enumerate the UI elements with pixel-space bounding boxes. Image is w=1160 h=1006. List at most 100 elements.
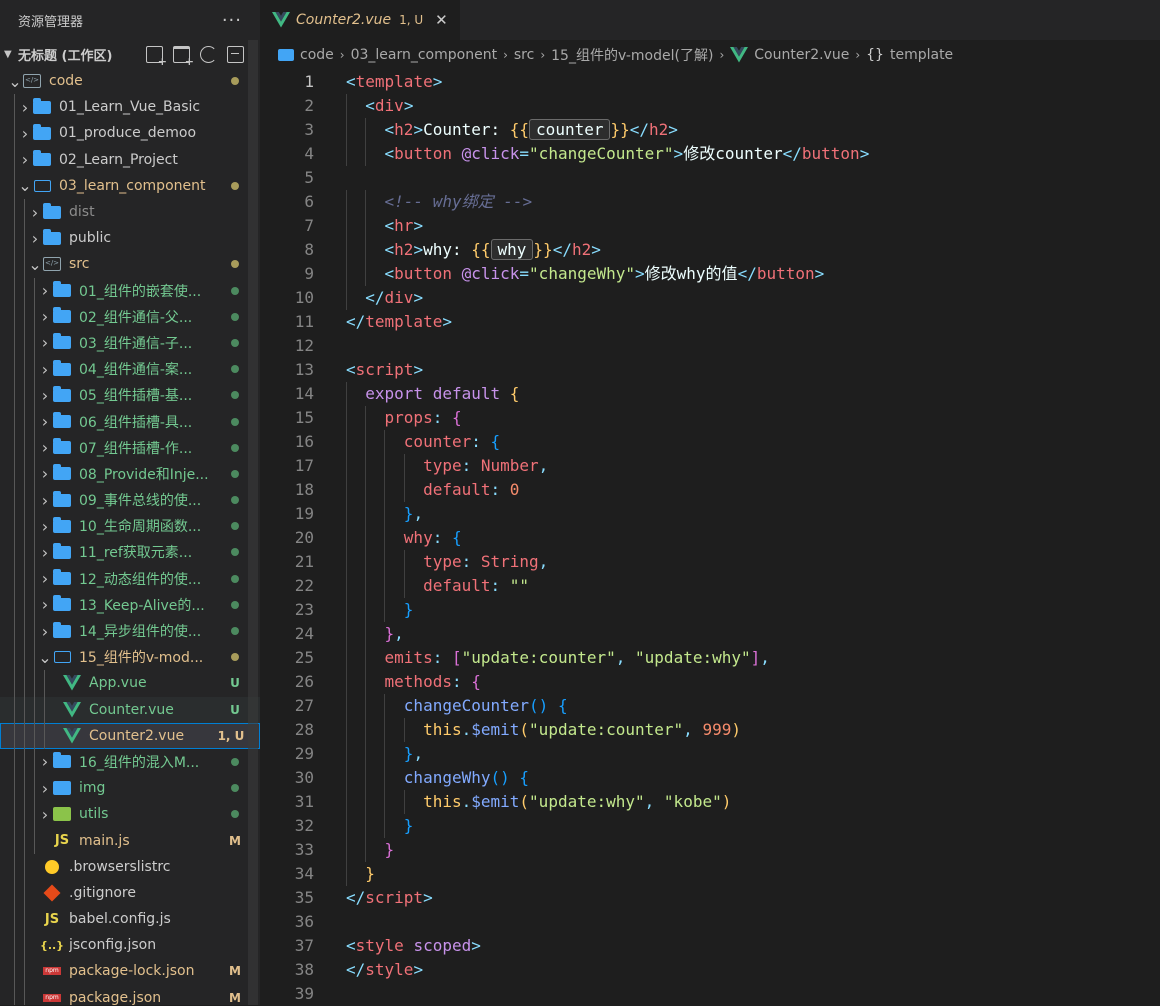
tree-item[interactable]: › 02_Learn_Project [0,146,260,173]
code-line[interactable]: 11 </template> [260,310,1160,334]
code-line[interactable]: 2 <div> [260,94,1160,118]
code-line[interactable]: 17 type: Number, [260,454,1160,478]
tree-item[interactable]: › 05_组件插槽-基... [0,382,260,409]
breadcrumb-item-file[interactable]: Counter2.vue [754,47,849,63]
code-line[interactable]: 10 </div> [260,286,1160,310]
code-line[interactable]: 22 default: "" [260,574,1160,598]
sidebar-scrollbar[interactable] [248,40,258,1005]
workspace-header[interactable]: ▼ 无标题 (工作区) [0,40,260,68]
code-line[interactable]: 8 <h2>why: {{why}}</h2> [260,238,1160,262]
chevron-right-icon[interactable]: › [18,124,32,143]
tree-item[interactable]: › public [0,225,260,252]
code-line[interactable]: 35 </script> [260,886,1160,910]
tree-item[interactable]: › 07_组件插槽-作... [0,434,260,461]
chevron-right-icon[interactable]: › [18,150,32,169]
chevron-right-icon[interactable]: › [38,360,52,379]
chevron-right-icon[interactable]: › [38,805,52,824]
code-line[interactable]: 6 <!-- why绑定 --> [260,190,1160,214]
code-line[interactable]: 21 type: String, [260,550,1160,574]
tree-item[interactable]: npm package-lock.json M [0,958,260,985]
tree-item[interactable]: Counter.vue U [0,696,260,723]
breadcrumb-item-code[interactable]: code [300,47,334,63]
chevron-right-icon[interactable]: › [38,779,52,798]
chevron-right-icon[interactable]: › [38,333,52,352]
tree-item[interactable]: › 09_事件总线的使... [0,487,260,514]
code-line[interactable]: 23 } [260,598,1160,622]
tree-item[interactable]: › utils [0,801,260,828]
chevron-down-icon[interactable]: ▼ [4,49,18,60]
tree-item[interactable]: › 13_Keep-Alive的... [0,591,260,618]
tree-item[interactable]: ⌄ </> code [0,68,260,94]
code-line[interactable]: 31 this.$emit("update:why", "kobe") [260,790,1160,814]
code-line[interactable]: 1 <template> [260,70,1160,94]
tree-item[interactable]: .gitignore [0,879,260,906]
breadcrumb-item-src[interactable]: src [514,47,534,63]
tree-item[interactable]: npm package.json M [0,984,260,1005]
chevron-right-icon[interactable]: › [38,412,52,431]
chevron-right-icon[interactable]: › [38,517,52,536]
code-line[interactable]: 18 default: 0 [260,478,1160,502]
code-line[interactable]: 39 [260,982,1160,1006]
tree-item[interactable]: {..} jsconfig.json [0,932,260,959]
code-editor[interactable]: 1 <template> 2 <div> 3 <h2>Counter: {{count… [260,70,1160,1006]
code-line[interactable]: 14 export default { [260,382,1160,406]
chevron-right-icon[interactable]: › [28,203,42,222]
tree-item[interactable]: App.vue U [0,670,260,697]
refresh-icon[interactable] [200,45,217,63]
code-line[interactable]: 33 } [260,838,1160,862]
code-line[interactable]: 26 methods: { [260,670,1160,694]
code-line[interactable]: 36 [260,910,1160,934]
chevron-right-icon[interactable]: › [38,464,52,483]
tree-item[interactable]: ⌄ 03_learn_component [0,172,260,199]
chevron-right-icon[interactable]: › [38,438,52,457]
tree-item[interactable]: JS main.js M [0,827,260,854]
chevron-right-icon[interactable]: › [38,752,52,771]
code-line[interactable]: 38 </style> [260,958,1160,982]
tree-item[interactable]: › 11_ref获取元素... [0,539,260,566]
new-folder-icon[interactable] [173,45,194,68]
code-line[interactable]: 29 }, [260,742,1160,766]
chevron-right-icon[interactable]: › [38,622,52,641]
breadcrumb-item-template[interactable]: template [890,47,953,63]
chevron-down-icon[interactable]: ⌄ [28,255,42,274]
code-line[interactable]: 32 } [260,814,1160,838]
tree-item[interactable]: › 04_组件通信-案... [0,356,260,383]
chevron-right-icon[interactable]: › [28,229,42,248]
new-file-icon[interactable] [146,45,167,68]
tree-item[interactable]: › 03_组件通信-子... [0,329,260,357]
chevron-right-icon[interactable]: › [38,595,52,614]
chevron-right-icon[interactable]: › [38,307,52,326]
code-line[interactable]: 24 }, [260,622,1160,646]
code-line[interactable]: 5 [260,166,1160,190]
collapse-all-icon[interactable] [227,45,244,63]
tab-counter2-vue[interactable]: Counter2.vue 1, U ✕ [260,0,460,40]
close-icon[interactable]: ✕ [435,11,448,29]
tree-item[interactable]: › dist [0,198,260,226]
code-line[interactable]: 34 } [260,862,1160,886]
code-line[interactable]: 13 <script> [260,358,1160,382]
tree-item[interactable]: ⌄ 15_组件的v-mod... [0,644,260,671]
code-line[interactable]: 15 props: { [260,406,1160,430]
tree-item[interactable]: › 10_生命周期函数... [0,513,260,540]
tree-item[interactable]: › 01_produce_demoo [0,120,260,147]
tree-item[interactable]: › 02_组件通信-父... [0,303,260,330]
code-line[interactable]: 12 [260,334,1160,358]
code-line[interactable]: 30 changeWhy() { [260,766,1160,790]
tree-item[interactable]: ⌄ </> src [0,251,260,278]
code-line[interactable]: 27 changeCounter() { [260,694,1160,718]
breadcrumb-item-component[interactable]: 03_learn_component [351,47,497,63]
chevron-right-icon[interactable]: › [38,569,52,588]
tree-item[interactable]: › 14_异步组件的使... [0,617,260,645]
tree-item[interactable]: › 01_组件的嵌套使... [0,277,260,304]
code-line[interactable]: 37 <style scoped> [260,934,1160,958]
code-line[interactable]: 25 emits: ["update:counter", "update:why… [260,646,1160,670]
code-line[interactable]: 16 counter: { [260,430,1160,454]
code-line[interactable]: 9 <button @click="changeWhy">修改why的值</bu… [260,262,1160,286]
tree-item[interactable]: › 01_Learn_Vue_Basic [0,94,260,121]
chevron-down-icon[interactable]: ⌄ [18,176,32,195]
chevron-down-icon[interactable]: ⌄ [38,648,52,667]
tree-item[interactable]: › 06_组件插槽-具... [0,408,260,435]
code-line[interactable]: 28 this.$emit("update:counter", 999) [260,718,1160,742]
code-line[interactable]: 19 }, [260,502,1160,526]
chevron-right-icon[interactable]: › [18,98,32,117]
